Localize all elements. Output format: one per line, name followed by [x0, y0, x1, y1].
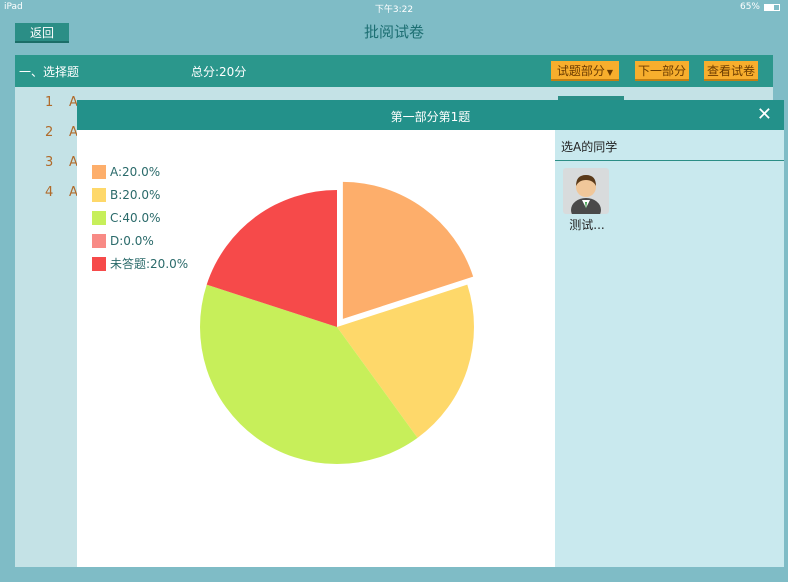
question-number: 2: [45, 125, 54, 140]
section-bar: 一、选择题 总分:20分 试题部分 ▼ 下一部分 查看试卷: [15, 55, 773, 87]
student-panel-title: 选A的同学: [561, 140, 618, 154]
legend-item: 未答题:20.0%: [92, 252, 188, 275]
battery-percent: 65%: [739, 2, 760, 12]
next-part-button[interactable]: 下一部分: [635, 61, 689, 81]
legend-swatch: [92, 187, 106, 202]
legend-swatch: [92, 256, 106, 271]
modal-title: 第一部分第1题: [390, 110, 471, 124]
legend-item: A:20.0%: [92, 160, 188, 183]
chevron-down-icon: ▼: [606, 68, 614, 77]
legend-item: B:20.0%: [92, 183, 188, 206]
close-icon[interactable]: ✕: [757, 105, 772, 125]
legend-label: C:40.0%: [110, 210, 161, 225]
pie-chart: A:20.0% B:20.0% C:40.0% D:0.0% 未答题:20.0%: [77, 130, 555, 567]
page-title: 批阅试卷: [363, 23, 424, 41]
status-bar: iPad 下午3:22 65%: [0, 0, 788, 16]
battery-indicator: 65%: [740, 2, 780, 12]
student-card[interactable]: 测试...: [563, 168, 611, 233]
student-panel: 选A的同学 测试...: [555, 130, 784, 567]
legend-swatch: [92, 233, 106, 248]
question-number: 4: [45, 185, 54, 200]
legend-item: D:0.0%: [92, 229, 188, 252]
divider: [555, 160, 784, 161]
student-name: 测试...: [569, 218, 605, 232]
legend-label: 未答题:20.0%: [110, 257, 189, 271]
legend-label: B:20.0%: [110, 187, 161, 202]
modal-header: 第一部分第1题 ✕: [77, 100, 784, 130]
legend-swatch: [92, 210, 106, 225]
question-part-label: 试题部分: [556, 64, 605, 78]
user-avatar-icon: [571, 175, 601, 214]
section-score: 总分:20分: [191, 65, 247, 79]
battery-icon: [764, 3, 780, 11]
legend-item: C:40.0%: [92, 206, 188, 229]
question-number: 1: [45, 95, 54, 110]
view-paper-button[interactable]: 查看试卷: [704, 61, 758, 81]
section-title: 一、选择题: [19, 65, 80, 79]
clock: 下午3:22: [374, 5, 414, 15]
chart-legend: A:20.0% B:20.0% C:40.0% D:0.0% 未答题:20.0%: [92, 160, 188, 275]
question-part-dropdown[interactable]: 试题部分 ▼: [551, 61, 619, 81]
legend-swatch: [92, 164, 106, 179]
answer-stats-modal: 第一部分第1题 ✕ A:20.0% B:20.0% C:40.0% D:0.0% 未答题…: [77, 100, 784, 567]
legend-label: D:0.0%: [110, 233, 154, 248]
question-number: 3: [45, 155, 54, 170]
legend-label: A:20.0%: [110, 164, 161, 179]
avatar: [563, 168, 609, 214]
